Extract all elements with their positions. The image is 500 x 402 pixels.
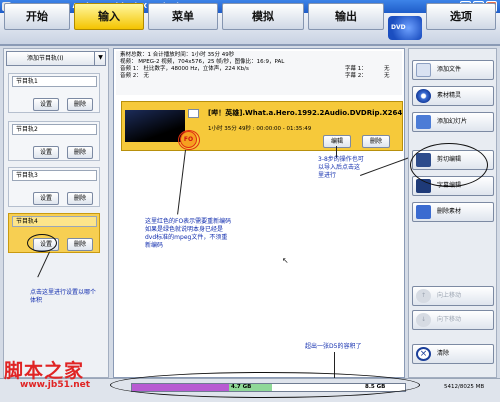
track-settings-button[interactable]: 设置 [33, 146, 59, 159]
fo-annotation: 这里红色的FO表示需要重新编码 如果是绿色就说明本身已经是dvd标准的mpeg文… [145, 218, 232, 249]
button-label: 添加文件 [437, 66, 462, 73]
info-total: 素材总数：1 合计播放时间：1小时 35分 49秒 [120, 52, 235, 58]
clip-thumbnail [125, 110, 185, 142]
clip-panel [113, 48, 405, 378]
add-file-button[interactable]: 添加文件 [412, 60, 494, 80]
capacity-annotation: 超出一张D5的容积了 [305, 343, 362, 350]
clip-duration: 1小时 35分 49秒 : 00:00:00 - 01:35:49 [208, 126, 312, 132]
track-delete-button[interactable]: 删除 [67, 98, 93, 111]
add-file-icon [416, 63, 431, 77]
edit-annotation: 3-8步的操作也可以导入后点击这里进行 [318, 156, 364, 179]
arrow-down-icon: ↓ [416, 313, 431, 327]
clip-title: [哔！英雄].What.a.Hero.1992.2Audio.DVDRip.X2… [208, 109, 402, 117]
video-file-icon [188, 109, 199, 118]
watermark: 脚本之家 [4, 360, 85, 382]
track-delete-button[interactable]: 删除 [67, 192, 93, 205]
clip-edit-button[interactable]: 编辑 [323, 135, 351, 148]
button-label: 删除素材 [437, 208, 462, 215]
track-item[interactable]: 节目轨1 设置 删除 [8, 73, 100, 113]
track-item[interactable]: 节目轨3 设置 删除 [8, 167, 100, 207]
watermark-url: www.jb51.net [20, 380, 91, 390]
track-delete-button[interactable]: 删除 [67, 238, 93, 251]
track-settings-button[interactable]: 设置 [33, 192, 59, 205]
arrow-up-icon: ↑ [416, 289, 431, 303]
track-settings-button[interactable]: 设置 [33, 98, 59, 111]
settings-annotation: 点击这里进行设置以哪个体积 [30, 289, 97, 304]
track-name: 节目轨1 [12, 76, 97, 87]
info-video: 视频： MPEG-2 视频，704x576，25 帧/秒，图像比：16:9，PA… [120, 59, 285, 65]
annotation-circle [410, 143, 488, 187]
source-wizard-button[interactable]: 素材精灵 [412, 86, 494, 106]
info-sub2-label: 字幕 2： [345, 73, 367, 79]
dvd-logo: DVD [388, 16, 422, 40]
annotation-circle [178, 130, 200, 150]
add-slideshow-button[interactable]: 添加幻灯片 [412, 112, 494, 132]
info-sub1-label: 字幕 1： [345, 66, 367, 72]
chevron-down-icon[interactable]: ▼ [94, 51, 106, 66]
tab-menu[interactable]: 菜单 [148, 3, 218, 30]
info-audio1: 音频 1： 杜比数字，48000 Hz，立体声，224 Kb/s [120, 66, 249, 72]
annotation-circle [110, 372, 420, 398]
button-label: 向上移动 [437, 292, 462, 299]
source-info: 素材总数：1 合计播放时间：1小时 35分 49秒 视频： MPEG-2 视频，… [116, 51, 402, 95]
annotation-circle [27, 234, 57, 252]
slideshow-icon [416, 115, 431, 129]
button-label: 清除 [437, 350, 450, 357]
info-audio2: 音频 2： 无 [120, 73, 149, 79]
capacity-size-text: 5412/8025 MB [444, 384, 485, 390]
disc-icon [416, 89, 431, 103]
mouse-cursor-icon: ↖ [282, 256, 289, 265]
track-name: 节目轨2 [12, 124, 97, 135]
tab-output[interactable]: 输出 [308, 3, 384, 30]
track-name: 节目轨3 [12, 170, 97, 181]
info-sub2-value: 无 [384, 73, 390, 79]
move-up-button[interactable]: ↑ 向上移动 [412, 286, 494, 306]
button-label: 素材精灵 [437, 92, 462, 99]
tab-simulate[interactable]: 模拟 [222, 3, 304, 30]
clear-button[interactable]: × 清除 [412, 344, 494, 364]
close-circle-icon: × [416, 347, 431, 361]
clip-delete-button[interactable]: 删除 [362, 135, 390, 148]
tab-input[interactable]: 输入 [74, 3, 144, 30]
tab-options[interactable]: 选项 [426, 3, 496, 30]
info-sub1-value: 无 [384, 66, 390, 72]
track-name: 节目轨4 [12, 216, 97, 227]
track-item[interactable]: 节目轨2 设置 删除 [8, 121, 100, 161]
button-label: 向下移动 [437, 316, 462, 323]
move-down-button[interactable]: ↓ 向下移动 [412, 310, 494, 330]
add-track-button[interactable]: 添加节目轨(I) [6, 51, 106, 66]
trash-icon [416, 205, 431, 219]
tab-start[interactable]: 开始 [4, 3, 70, 30]
button-label: 添加幻灯片 [437, 118, 468, 125]
delete-source-button[interactable]: 删除素材 [412, 202, 494, 222]
track-delete-button[interactable]: 删除 [67, 146, 93, 159]
